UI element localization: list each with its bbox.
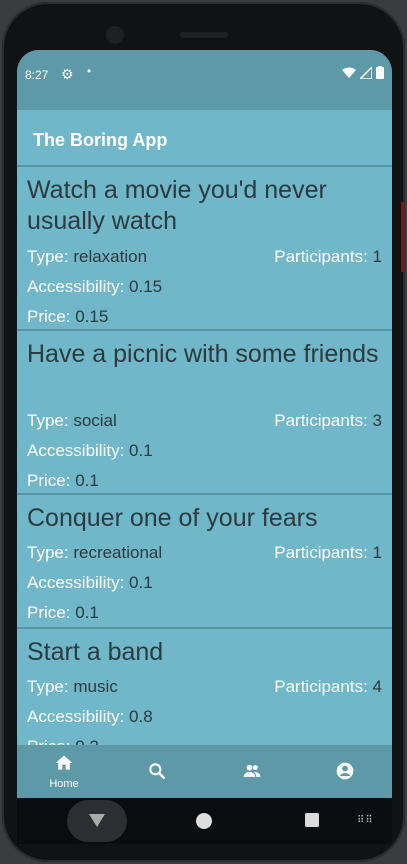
status-icons [342,66,384,79]
nav-friends[interactable] [212,745,292,798]
activity-card[interactable]: Conquer one of your fears Type: recreati… [17,493,392,627]
type-value: social [73,411,117,430]
accessibility-row: Accessibility: 0.15 [27,277,382,297]
type-label: Type: [27,543,69,562]
earpiece-speaker [180,32,228,38]
notification-dot-icon: • [87,64,92,78]
price-value: 0.1 [75,603,99,622]
type-value: recreational [73,543,163,562]
type-value: music [73,677,118,696]
system-back-button[interactable] [67,800,127,842]
participants-value: 1 [372,543,382,562]
system-navigation-bar: ⠿⠿ [17,798,392,844]
status-time: 8:27 [25,68,49,82]
people-icon [243,764,261,777]
activity-card[interactable]: Watch a movie you'd never usually watch … [17,165,392,329]
settings-gear-icon: ⚙ [61,66,74,82]
signal-icon [360,66,372,79]
app-bar: The Boring App [17,110,392,164]
activity-title: Have a picnic with some friends [27,340,379,368]
type-row: Type: recreational Participants: 1 [27,543,382,563]
participants-value: 1 [372,247,382,266]
accessibility-row: Accessibility: 0.1 [27,441,382,461]
type-value: relaxation [73,247,148,266]
type-label: Type: [27,677,69,696]
accessibility-row: Accessibility: 0.1 [27,573,382,593]
price-value: 0.15 [75,307,109,326]
activity-list[interactable]: Watch a movie you'd never usually watch … [17,165,392,745]
price-row: Price: 0.2 [27,737,382,745]
front-camera [106,26,124,44]
price-label: Price: [27,737,70,745]
activity-title: Watch a movie you'd never usually watch [27,176,327,235]
participants-label: Participants: [274,411,368,430]
participants-value: 3 [372,411,382,430]
screen: 8:27 ⚙ • The Boring App Watch a movie yo… [17,50,392,798]
price-label: Price: [27,307,71,326]
bottom-navigation: Home [17,745,392,798]
nav-profile[interactable] [305,745,385,798]
type-label: Type: [27,247,69,266]
app-title: The Boring App [33,130,168,150]
nav-home-label: Home [49,778,79,790]
participants-label: Participants: [274,247,368,266]
accessibility-value: 0.1 [129,441,153,460]
back-triangle-icon [89,814,105,827]
activity-title: Conquer one of your fears [27,504,318,532]
participants-row: Participants: 4 [274,677,382,697]
home-icon [55,755,73,770]
participants-label: Participants: [274,543,368,562]
price-row: Price: 0.1 [27,471,382,491]
accessibility-label: Accessibility: [27,441,125,460]
type-label: Type: [27,411,69,430]
accessibility-value: 0.15 [129,277,163,296]
activity-card[interactable]: Start a band Type: music Participants: 4… [17,627,392,745]
activity-title: Start a band [27,638,164,666]
price-row: Price: 0.1 [27,603,382,623]
system-home-button[interactable] [196,813,212,829]
phone-frame: 8:27 ⚙ • The Boring App Watch a movie yo… [2,2,405,862]
keyboard-icon[interactable]: ⠿⠿ [357,815,374,826]
price-label: Price: [27,471,71,490]
activity-card[interactable]: Have a picnic with some friends Type: so… [17,329,392,493]
accessibility-label: Accessibility: [27,573,125,592]
participants-row: Participants: 3 [274,411,382,431]
participants-label: Participants: [274,677,368,696]
accessibility-row: Accessibility: 0.8 [27,707,382,727]
wifi-icon [342,67,356,78]
price-value: 0.2 [75,737,99,745]
search-icon [149,763,166,780]
nav-search[interactable] [117,745,197,798]
type-row: Type: music Participants: 4 [27,677,382,697]
price-value: 0.1 [75,471,99,490]
account-circle-icon [336,762,354,780]
battery-icon [376,66,384,79]
nav-home[interactable]: Home [24,745,104,798]
accessibility-value: 0.8 [129,707,153,726]
accessibility-label: Accessibility: [27,707,125,726]
participants-row: Participants: 1 [274,247,382,267]
participants-row: Participants: 1 [274,543,382,563]
price-row: Price: 0.15 [27,307,382,327]
participants-value: 4 [372,677,382,696]
status-bar: 8:27 ⚙ • [17,50,392,110]
accessibility-label: Accessibility: [27,277,125,296]
phone-side-button [401,202,405,272]
system-recents-button[interactable] [305,813,319,827]
accessibility-value: 0.1 [129,573,153,592]
price-label: Price: [27,603,71,622]
type-row: Type: social Participants: 3 [27,411,382,431]
type-row: Type: relaxation Participants: 1 [27,247,382,267]
